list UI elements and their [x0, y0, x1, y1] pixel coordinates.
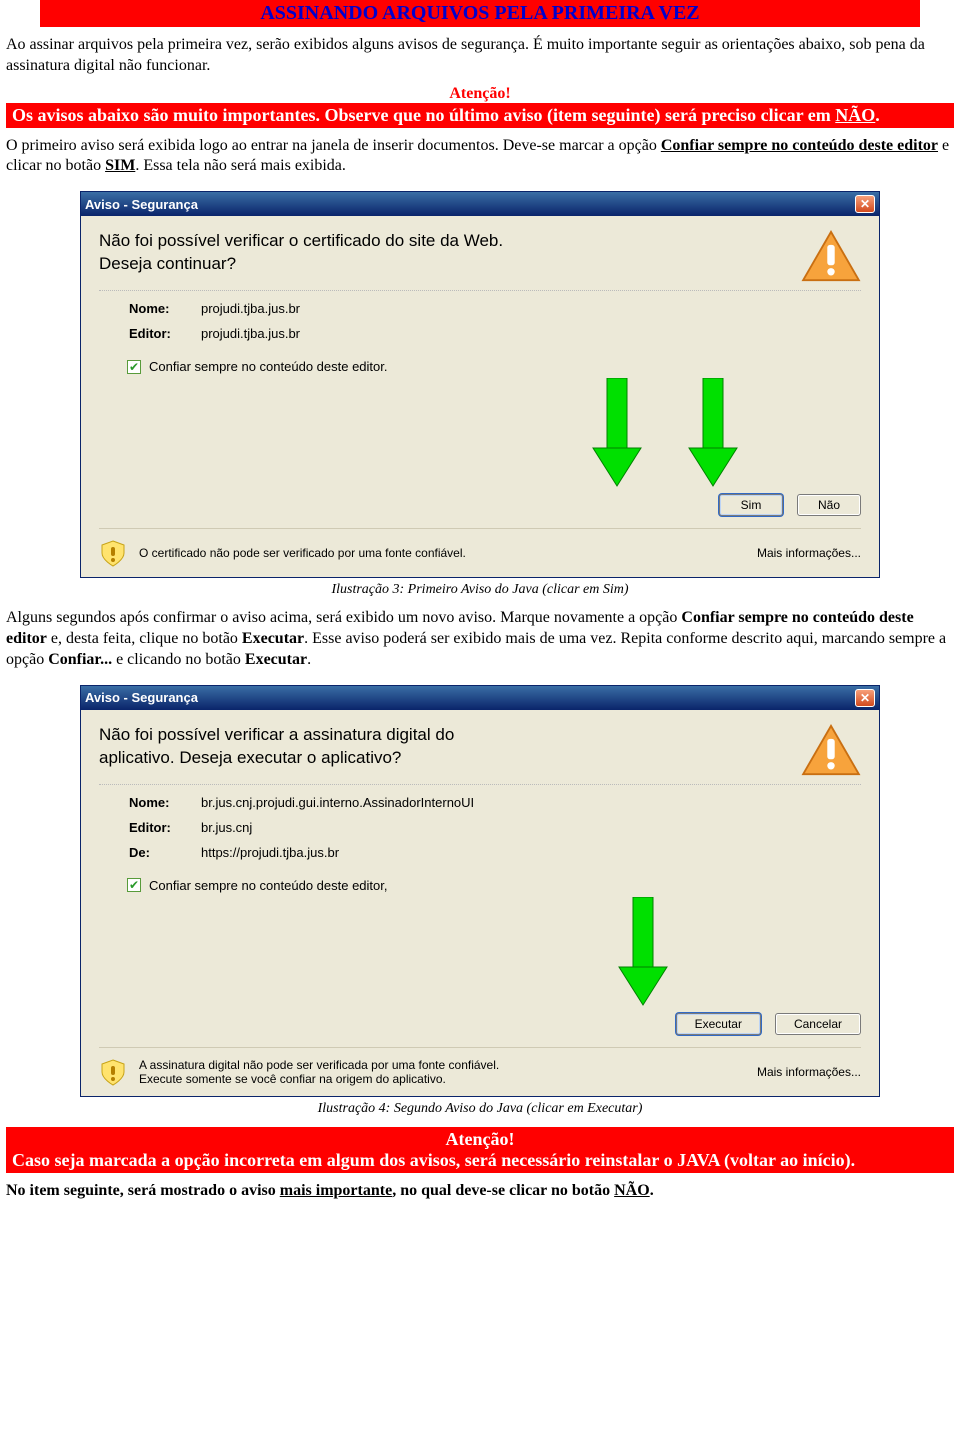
dialog2-trust-checkbox-row[interactable]: ✔ Confiar sempre no conteúdo deste edito… — [127, 878, 861, 893]
attention-2-text: Caso seja marcada a opção incorreta em a… — [12, 1150, 948, 1171]
dialog2-nome-row: Nome: br.jus.cnj.projudi.gui.interno.Ass… — [129, 795, 861, 810]
attention-1-text-c: . — [875, 105, 880, 125]
dialog2-title: Aviso - Segurança — [85, 690, 855, 705]
dialog2-message: Não foi possível verificar a assinatura … — [99, 724, 785, 770]
cancelar-button[interactable]: Cancelar — [775, 1013, 861, 1035]
close-icon[interactable]: ✕ — [855, 195, 875, 213]
dialog2-green-arrow — [99, 897, 861, 1007]
sim-button[interactable]: Sim — [719, 494, 783, 516]
dialog2-nome-value: br.jus.cnj.projudi.gui.interno.Assinador… — [201, 795, 474, 810]
attention-1-text-b: NÃO — [835, 105, 875, 125]
dialog2-de-row: De: https://projudi.tjba.jus.br — [129, 845, 861, 860]
caption-1: Ilustração 3: Primeiro Aviso do Java (cl… — [0, 582, 960, 598]
caption-2: Ilustração 4: Segundo Aviso do Java (cli… — [0, 1101, 960, 1117]
dialog2-editor-row: Editor: br.jus.cnj — [129, 820, 861, 835]
dialog1-green-arrows — [99, 378, 861, 488]
paragraph-3: Alguns segundos após confirmar o aviso a… — [6, 608, 954, 670]
dialog1-nome-row: Nome: projudi.tjba.jus.br — [129, 301, 861, 316]
attention-1-text-a: Os avisos abaixo são muito importantes. … — [12, 105, 835, 125]
checkbox-icon[interactable]: ✔ — [127, 878, 141, 892]
page-title-banner: ASSINANDO ARQUIVOS PELA PRIMEIRA VEZ — [40, 0, 920, 27]
attention-2-banner: Atenção! Caso seja marcada a opção incor… — [6, 1127, 954, 1173]
dialog1-editor-row: Editor: projudi.tjba.jus.br — [129, 326, 861, 341]
dialog1-footer-text: O certificado não pode ser verificado po… — [139, 546, 466, 560]
dialog2-editor-value: br.jus.cnj — [201, 820, 252, 835]
dialog2-de-value: https://projudi.tjba.jus.br — [201, 845, 339, 860]
page-title: ASSINANDO ARQUIVOS PELA PRIMEIRA VEZ — [260, 2, 699, 24]
shield-icon — [99, 1058, 127, 1086]
close-icon[interactable]: ✕ — [855, 689, 875, 707]
dialog1-trust-checkbox-row[interactable]: ✔ Confiar sempre no conteúdo deste edito… — [127, 359, 861, 374]
nao-button[interactable]: Não — [797, 494, 861, 516]
arrow-down-icon — [615, 897, 671, 1007]
executar-button[interactable]: Executar — [676, 1013, 761, 1035]
dialog2-titlebar: Aviso - Segurança ✕ — [81, 686, 879, 710]
dialog1-title: Aviso - Segurança — [85, 197, 855, 212]
arrow-down-icon — [589, 378, 645, 488]
arrow-down-icon — [685, 378, 741, 488]
dialog2-footer-text: A assinatura digital não pode ser verifi… — [139, 1058, 499, 1086]
intro-paragraph: Ao assinar arquivos pela primeira vez, s… — [6, 35, 954, 77]
dialog1-message: Não foi possível verificar o certificado… — [99, 230, 785, 276]
warning-icon — [801, 230, 861, 282]
more-info-link[interactable]: Mais informações... — [757, 546, 861, 560]
attention-2-title: Atenção! — [12, 1129, 948, 1150]
warning-icon — [801, 724, 861, 776]
java-dialog-2: Aviso - Segurança ✕ Não foi possível ver… — [80, 685, 880, 1097]
checkbox-icon[interactable]: ✔ — [127, 360, 141, 374]
java-dialog-1: Aviso - Segurança ✕ Não foi possível ver… — [80, 191, 880, 578]
dialog1-titlebar: Aviso - Segurança ✕ — [81, 192, 879, 216]
dialog1-check-label: Confiar sempre no conteúdo deste editor. — [149, 359, 387, 374]
paragraph-2: O primeiro aviso será exibida logo ao en… — [6, 136, 954, 178]
more-info-link[interactable]: Mais informações... — [757, 1065, 861, 1079]
dialog1-nome-value: projudi.tjba.jus.br — [201, 301, 300, 316]
dialog2-check-label: Confiar sempre no conteúdo deste editor, — [149, 878, 387, 893]
dialog1-editor-value: projudi.tjba.jus.br — [201, 326, 300, 341]
attention-1-banner: Os avisos abaixo são muito importantes. … — [6, 103, 954, 128]
attention-1-title: Atenção! — [0, 85, 960, 103]
shield-icon — [99, 539, 127, 567]
final-paragraph: No item seguinte, será mostrado o aviso … — [6, 1181, 954, 1202]
